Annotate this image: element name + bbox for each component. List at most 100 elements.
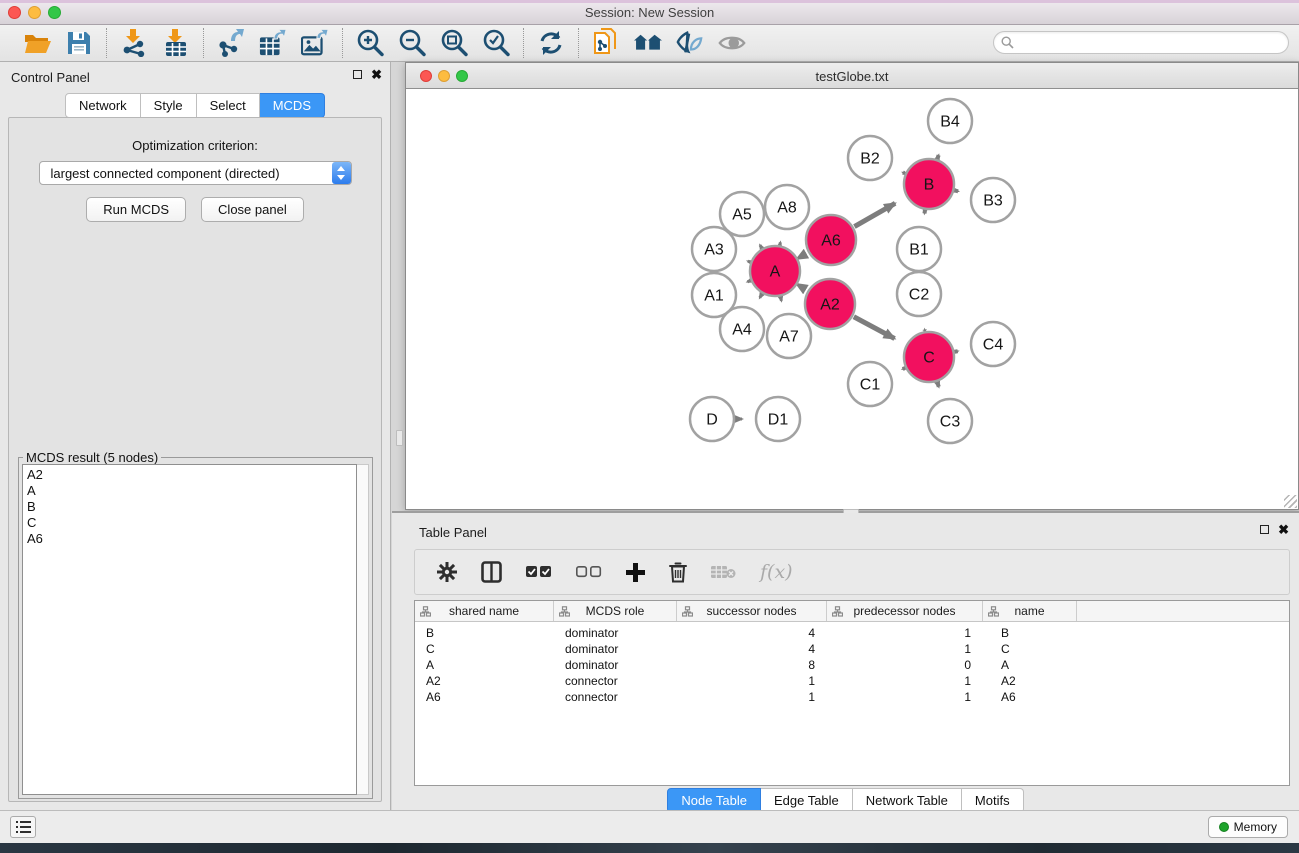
svg-text:A3: A3 <box>704 242 724 259</box>
copy-network-icon[interactable] <box>592 29 620 57</box>
close-panel-icon[interactable]: ✖ <box>371 70 382 79</box>
search-box[interactable] <box>993 31 1289 54</box>
edge-B-B2[interactable] <box>903 173 904 174</box>
result-item[interactable]: C <box>27 515 356 531</box>
run-mcds-button[interactable]: Run MCDS <box>86 197 186 222</box>
network-graph[interactable]: B4B2BB3A5A8A6B1A3AC2A1A2A4A7C4CC1DD1C3 <box>407 90 1297 508</box>
save-session-icon[interactable] <box>65 29 93 57</box>
edge-A-A7[interactable] <box>781 297 782 300</box>
tab-network[interactable]: Network <box>65 93 141 118</box>
import-network-icon[interactable] <box>120 29 148 57</box>
node-B[interactable]: B <box>904 159 954 209</box>
apply-style-icon[interactable] <box>676 29 704 57</box>
tab-select[interactable]: Select <box>197 93 260 118</box>
node-A[interactable]: A <box>750 246 800 296</box>
edge-A-A1[interactable] <box>748 281 750 282</box>
zoom-selected-icon[interactable] <box>482 29 510 57</box>
node-A7[interactable]: A7 <box>767 314 811 358</box>
edge-C-C1[interactable] <box>903 368 905 369</box>
edge-A6-B[interactable] <box>854 203 895 226</box>
zoom-in-icon[interactable] <box>356 29 384 57</box>
svg-text:B2: B2 <box>860 151 880 168</box>
refresh-icon[interactable] <box>537 29 565 57</box>
float-table-panel-icon[interactable] <box>1260 525 1269 534</box>
import-table-icon[interactable] <box>162 29 190 57</box>
table-row[interactable]: Bdominator41B <box>415 625 1289 641</box>
column-header-shared-name[interactable]: shared name <box>415 601 554 621</box>
function-builder-icon[interactable]: f(x) <box>760 561 793 583</box>
node-B1[interactable]: B1 <box>897 227 941 271</box>
zoom-out-icon[interactable] <box>398 29 426 57</box>
delete-column-icon[interactable] <box>669 557 687 587</box>
node-D1[interactable]: D1 <box>756 397 800 441</box>
network-canvas[interactable]: B4B2BB3A5A8A6B1A3AC2A1A2A4A7C4CC1DD1C3 <box>407 90 1297 508</box>
result-item[interactable]: A6 <box>27 531 356 547</box>
search-input[interactable] <box>1018 36 1288 50</box>
table-row[interactable]: Cdominator41C <box>415 641 1289 657</box>
window-resize-grip[interactable] <box>1284 495 1297 508</box>
mcds-result-list[interactable]: A2ABCA6 <box>22 464 357 795</box>
node-A5[interactable]: A5 <box>720 192 764 236</box>
table-row[interactable]: A2connector11A2 <box>415 673 1289 689</box>
network-window-titlebar[interactable]: testGlobe.txt <box>406 63 1298 89</box>
close-table-panel-icon[interactable]: ✖ <box>1278 525 1289 534</box>
table-cell: 1 <box>677 690 827 704</box>
svg-text:C1: C1 <box>860 377 881 394</box>
export-table-icon[interactable] <box>259 29 287 57</box>
node-D[interactable]: D <box>690 397 734 441</box>
node-A6[interactable]: A6 <box>806 215 856 265</box>
export-network-icon[interactable] <box>217 29 245 57</box>
deselect-checkboxes-icon[interactable] <box>576 557 602 587</box>
result-item[interactable]: A <box>27 483 356 499</box>
export-image-icon[interactable] <box>301 29 329 57</box>
table-panel: Table Panel ✖ <box>392 513 1299 810</box>
node-B2[interactable]: B2 <box>848 136 892 180</box>
split-table-icon[interactable] <box>481 557 502 587</box>
column-header-name[interactable]: name <box>983 601 1077 621</box>
node-C[interactable]: C <box>904 332 954 382</box>
window-title: Session: New Session <box>0 5 1299 20</box>
result-item[interactable]: B <box>27 499 356 515</box>
table-row[interactable]: Adominator80A <box>415 657 1289 673</box>
result-scrollbar[interactable] <box>357 464 369 795</box>
show-hide-icon[interactable] <box>718 29 746 57</box>
node-C1[interactable]: C1 <box>848 362 892 406</box>
table-row[interactable]: A6connector11A6 <box>415 689 1289 705</box>
node-A2[interactable]: A2 <box>805 279 855 329</box>
tab-style[interactable]: Style <box>141 93 197 118</box>
optimization-criterion-select[interactable]: largest connected component (directed) <box>39 161 352 185</box>
column-header-successor-nodes[interactable]: successor nodes <box>677 601 827 621</box>
tab-mcds[interactable]: MCDS <box>260 93 325 118</box>
node-A8[interactable]: A8 <box>765 185 809 229</box>
home-layout-icon[interactable] <box>634 29 662 57</box>
close-panel-button[interactable]: Close panel <box>201 197 304 222</box>
float-panel-icon[interactable] <box>353 70 362 79</box>
edge-B-B4[interactable] <box>938 155 939 158</box>
zoom-fit-icon[interactable] <box>440 29 468 57</box>
column-header-predecessor-nodes[interactable]: predecessor nodes <box>827 601 983 621</box>
svg-text:A: A <box>770 264 781 281</box>
column-header-MCDS-role[interactable]: MCDS role <box>554 601 677 621</box>
edge-A-A3[interactable] <box>748 261 750 262</box>
node-B4[interactable]: B4 <box>928 99 972 143</box>
settings-gear-icon[interactable] <box>437 557 457 587</box>
memory-button[interactable]: Memory <box>1208 816 1288 838</box>
task-history-button[interactable] <box>10 816 36 838</box>
edge-C-C3[interactable] <box>937 383 938 387</box>
select-all-checkboxes-icon[interactable] <box>526 557 552 587</box>
add-column-icon[interactable] <box>626 557 645 587</box>
edge-A-A4[interactable] <box>760 294 762 297</box>
result-item[interactable]: A2 <box>27 467 356 483</box>
node-A3[interactable]: A3 <box>692 227 736 271</box>
edge-B-B3[interactable] <box>955 191 958 192</box>
node-C4[interactable]: C4 <box>971 322 1015 366</box>
edge-A-A5[interactable] <box>760 245 761 247</box>
open-file-icon[interactable] <box>23 29 51 57</box>
node-B3[interactable]: B3 <box>971 178 1015 222</box>
node-C3[interactable]: C3 <box>928 399 972 443</box>
node-C2[interactable]: C2 <box>897 272 941 316</box>
edge-A2-C[interactable] <box>854 317 895 339</box>
node-A4[interactable]: A4 <box>720 307 764 351</box>
splitter-grip-vertical[interactable] <box>396 430 403 446</box>
delete-table-icon[interactable] <box>711 557 736 587</box>
